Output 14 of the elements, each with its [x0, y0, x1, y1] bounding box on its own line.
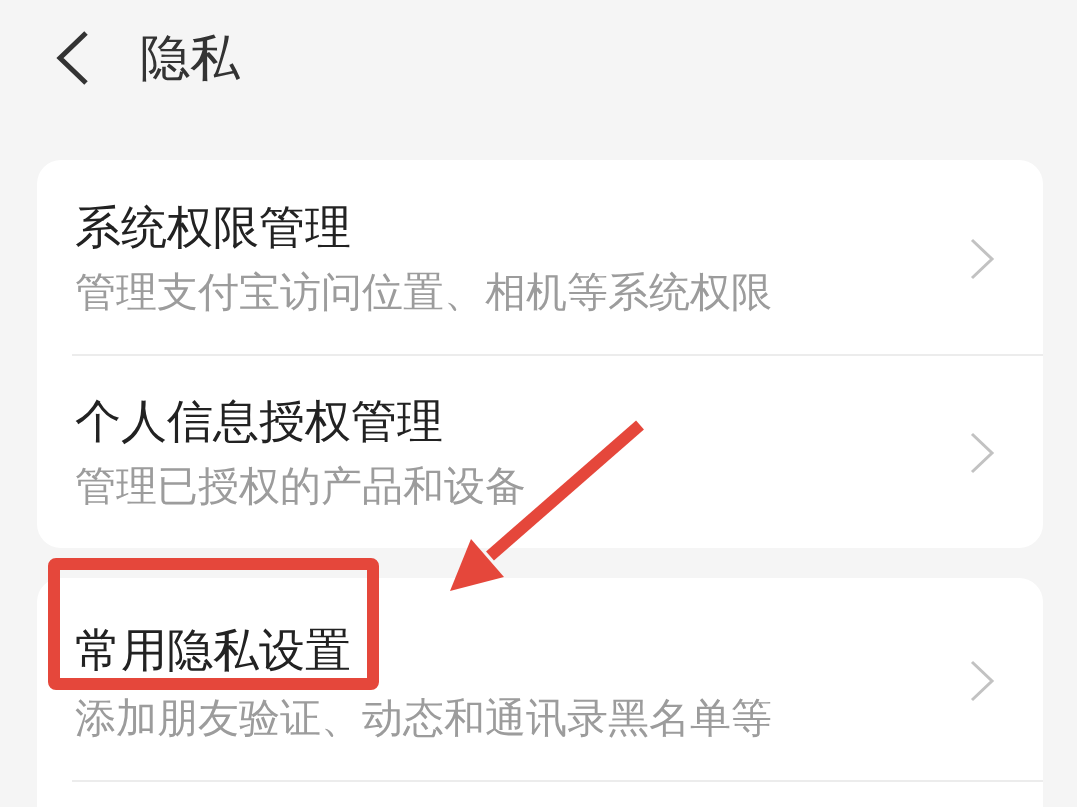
item-title: 系统权限管理 — [75, 200, 351, 255]
settings-item[interactable]: 系统权限管理 管理支付宝访问位置、相机等系统权限 — [72, 160, 1043, 354]
item-description: 添加朋友验证、动态和通讯录黑名单等 — [75, 694, 772, 743]
back-icon — [55, 30, 89, 86]
item-title: 常用隐私设置 — [75, 623, 351, 678]
item-description: 管理已授权的产品和设备 — [75, 462, 526, 511]
item-description: 管理支付宝访问位置、相机等系统权限 — [75, 268, 772, 317]
back-button[interactable] — [55, 30, 89, 86]
item-title: 个人信息授权管理 — [75, 394, 443, 449]
settings-item[interactable]: 个人信息授权管理 管理已授权的产品和设备 — [72, 354, 1043, 548]
chevron-right-icon — [969, 659, 995, 702]
chevron-right-icon — [969, 431, 995, 474]
chevron-right-icon — [969, 237, 995, 280]
page-title: 隐私 — [140, 30, 240, 86]
